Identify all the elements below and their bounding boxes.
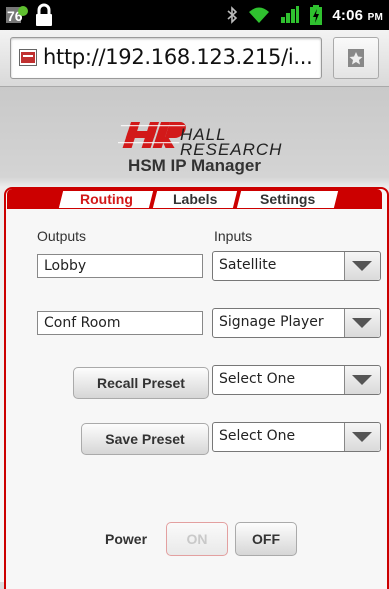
tab-routing[interactable]: Routing (58, 191, 154, 208)
input-select-value: Satellite (219, 257, 277, 273)
page-content: HALL RESEARCH HSM IP Manager Routing Lab… (0, 87, 389, 589)
save-preset-select[interactable]: Select One (212, 422, 381, 452)
favicon-icon (19, 49, 37, 66)
power-on-button[interactable]: ON (166, 522, 228, 556)
save-preset-value: Select One (219, 428, 296, 444)
page-title: HSM IP Manager (128, 156, 261, 175)
output-name-field-1[interactable]: Lobby (37, 254, 203, 278)
chevron-down-icon (352, 318, 372, 328)
dropdown-button[interactable] (344, 423, 380, 451)
power-off-button[interactable]: OFF (235, 522, 297, 556)
lock-icon (36, 3, 52, 26)
browser-toolbar: http://192.168.123.215/i... (0, 30, 389, 87)
dropdown-button[interactable] (344, 309, 380, 337)
brand-text: HALL RESEARCH (180, 125, 283, 159)
inputs-header: Inputs (214, 228, 253, 244)
input-select-value: Signage Player (219, 314, 324, 330)
bookmark-star-icon (348, 49, 364, 67)
chevron-down-icon (352, 375, 372, 385)
battery-charging-icon (310, 5, 323, 25)
chevron-down-icon (352, 261, 372, 271)
tab-labels[interactable]: Labels (152, 191, 238, 208)
bluetooth-icon (227, 6, 238, 24)
notification-icon: 76 (6, 6, 28, 24)
dropdown-button[interactable] (344, 366, 380, 394)
recall-preset-button[interactable]: Recall Preset (73, 367, 209, 399)
bookmark-button[interactable] (333, 37, 379, 79)
url-field[interactable]: http://192.168.123.215/i... (10, 37, 322, 79)
save-preset-button[interactable]: Save Preset (81, 423, 209, 455)
wifi-icon (249, 7, 270, 23)
power-label: Power (105, 531, 148, 547)
clock: 4:06 PM (332, 6, 383, 24)
recall-preset-value: Select One (219, 371, 296, 387)
output-name-field-2[interactable]: Conf Room (37, 311, 203, 335)
tab-settings[interactable]: Settings (236, 191, 339, 208)
url-text: http://192.168.123.215/i... (43, 45, 313, 69)
chevron-down-icon (352, 432, 372, 442)
recall-preset-select[interactable]: Select One (212, 365, 381, 395)
status-bar: 76 4:06 PM (0, 0, 389, 30)
input-select-1[interactable]: Satellite (212, 251, 381, 281)
outputs-header: Outputs (37, 228, 87, 244)
input-select-2[interactable]: Signage Player (212, 308, 381, 338)
dropdown-button[interactable] (344, 252, 380, 280)
signal-icon (281, 6, 300, 23)
